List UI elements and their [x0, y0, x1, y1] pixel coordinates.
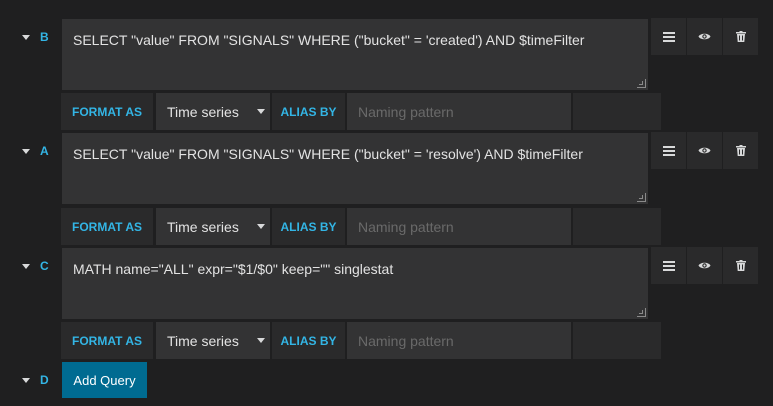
- caret-down-icon: [22, 263, 30, 269]
- trash-icon: [735, 145, 746, 156]
- resize-handle-icon[interactable]: [637, 79, 646, 88]
- format-as-value: Time series: [167, 218, 239, 235]
- options-filler: [573, 93, 661, 130]
- query-ref-toggle[interactable]: C: [0, 247, 60, 285]
- delete-query-button[interactable]: [723, 247, 758, 284]
- query-ref-toggle[interactable]: A: [0, 132, 60, 170]
- eye-icon: [698, 262, 711, 269]
- trash-icon: [735, 31, 746, 42]
- delete-query-button[interactable]: [723, 18, 758, 55]
- toggle-visibility-button[interactable]: [687, 247, 722, 284]
- format-as-label: FORMAT AS: [61, 322, 153, 359]
- alias-by-label: ALIAS BY: [272, 208, 345, 245]
- chevron-down-icon: [257, 109, 265, 114]
- eye-icon: [698, 33, 711, 40]
- new-query-ref[interactable]: D: [0, 362, 60, 398]
- query-options: FORMAT AS Time series ALIAS BY: [61, 208, 773, 245]
- eye-icon: [698, 147, 711, 154]
- alias-by-input[interactable]: [347, 208, 571, 245]
- options-filler: [573, 208, 661, 245]
- query-editor[interactable]: SELECT "value" FROM "SIGNALS" WHERE ("bu…: [61, 18, 649, 91]
- resize-handle-icon[interactable]: [637, 193, 646, 202]
- query-options: FORMAT AS Time series ALIAS BY: [61, 93, 773, 130]
- query-menu-button[interactable]: [651, 247, 686, 284]
- caret-down-icon: [22, 377, 30, 383]
- format-as-value: Time series: [167, 103, 239, 120]
- caret-down-icon: [22, 34, 30, 40]
- format-as-select[interactable]: Time series: [156, 322, 270, 359]
- alias-by-input[interactable]: [347, 322, 571, 359]
- query-editor[interactable]: MATH name="ALL" expr="$1/$0" keep="" sin…: [61, 247, 649, 320]
- alias-by-label: ALIAS BY: [272, 93, 345, 130]
- resize-handle-icon[interactable]: [637, 308, 646, 317]
- toggle-visibility-button[interactable]: [687, 132, 722, 169]
- hamburger-menu-icon: [662, 260, 675, 271]
- format-as-value: Time series: [167, 332, 239, 349]
- alias-by-input[interactable]: [347, 93, 571, 130]
- query-text: SELECT "value" FROM "SIGNALS" WHERE ("bu…: [73, 146, 583, 162]
- add-query-button[interactable]: Add Query: [62, 362, 147, 398]
- new-query-ref-label: D: [40, 373, 49, 387]
- hamburger-menu-icon: [662, 145, 675, 156]
- query-menu-button[interactable]: [651, 132, 686, 169]
- options-filler: [573, 322, 661, 359]
- query-ref-label: A: [40, 144, 49, 158]
- query-text: MATH name="ALL" expr="$1/$0" keep="" sin…: [73, 261, 394, 277]
- query-ref-label: C: [40, 259, 49, 273]
- caret-down-icon: [22, 148, 30, 154]
- alias-by-label: ALIAS BY: [272, 322, 345, 359]
- query-text: SELECT "value" FROM "SIGNALS" WHERE ("bu…: [73, 32, 585, 48]
- format-as-select[interactable]: Time series: [156, 208, 270, 245]
- delete-query-button[interactable]: [723, 132, 758, 169]
- format-as-label: FORMAT AS: [61, 93, 153, 130]
- query-menu-button[interactable]: [651, 18, 686, 55]
- format-as-select[interactable]: Time series: [156, 93, 270, 130]
- query-ref-toggle[interactable]: B: [0, 18, 60, 56]
- query-ref-label: B: [40, 30, 49, 44]
- hamburger-menu-icon: [662, 31, 675, 42]
- chevron-down-icon: [257, 338, 265, 343]
- toggle-visibility-button[interactable]: [687, 18, 722, 55]
- chevron-down-icon: [257, 224, 265, 229]
- query-editor[interactable]: SELECT "value" FROM "SIGNALS" WHERE ("bu…: [61, 132, 649, 205]
- query-options: FORMAT AS Time series ALIAS BY: [61, 322, 773, 359]
- trash-icon: [735, 260, 746, 271]
- format-as-label: FORMAT AS: [61, 208, 153, 245]
